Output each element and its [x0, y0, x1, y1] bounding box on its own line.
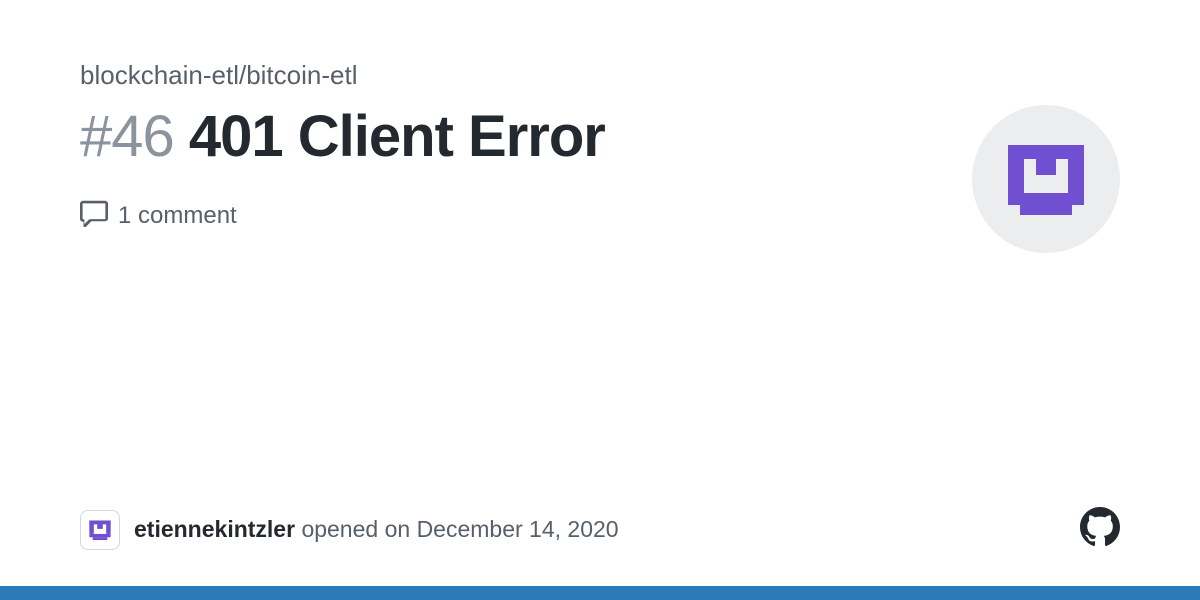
author-action: opened on: [301, 516, 410, 542]
comments-row[interactable]: 1 comment: [80, 199, 932, 234]
issue-number: 46: [111, 104, 174, 169]
issue-title: #46 401 Client Error: [80, 105, 932, 169]
author-date: December 14, 2020: [417, 516, 619, 542]
title-row: #46 401 Client Error 1 comment: [80, 105, 1120, 253]
avatar-icon: [86, 516, 114, 544]
avatar-small[interactable]: [80, 510, 120, 550]
bottom-accent-bar: [0, 586, 1200, 600]
footer: etiennekintzler opened on December 14, 2…: [80, 507, 1120, 552]
avatar-icon: [996, 129, 1096, 229]
issue-hash: #: [80, 104, 111, 169]
issue-title-text: 401 Client Error: [189, 104, 605, 169]
comment-icon: [80, 199, 108, 234]
repo-path[interactable]: blockchain-etl/bitcoin-etl: [80, 60, 1120, 91]
comments-count: 1 comment: [118, 202, 237, 230]
author-name[interactable]: etiennekintzler: [134, 516, 295, 542]
github-icon[interactable]: [1080, 507, 1120, 552]
author-info: etiennekintzler opened on December 14, 2…: [80, 510, 619, 550]
avatar-large[interactable]: [972, 105, 1120, 253]
